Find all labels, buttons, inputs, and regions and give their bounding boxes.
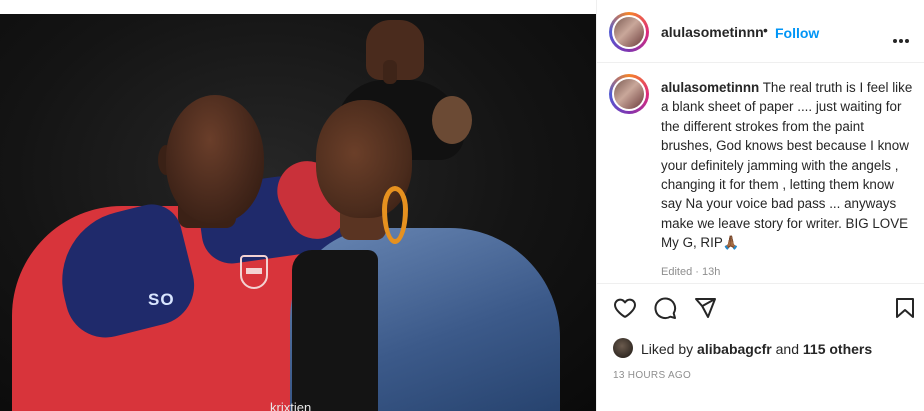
avatar-image xyxy=(614,17,644,47)
pointing-finger xyxy=(383,60,397,84)
separator-dot: • xyxy=(763,22,768,38)
liker-avatar[interactable] xyxy=(613,338,633,358)
comment-meta: Edited · 13h xyxy=(661,266,721,278)
comment-body: The real truth is I feel like a blank sh… xyxy=(661,80,913,251)
post-header: alulasometinnn • Follow xyxy=(597,0,924,63)
action-bar xyxy=(597,283,924,333)
jersey-initials: SO xyxy=(148,290,175,309)
post-details-panel: alulasometinnn • Follow alulasometinnn T… xyxy=(596,0,924,411)
likes-others-link[interactable]: 115 others xyxy=(803,341,872,357)
comment-avatar-image xyxy=(614,79,644,109)
likes-summary: Liked by alibabagcfr and 115 others xyxy=(641,341,872,357)
header-username[interactable]: alulasometinnn xyxy=(661,24,764,40)
comment-username[interactable]: alulasometinnn xyxy=(661,80,759,95)
follow-button[interactable]: Follow xyxy=(775,25,819,41)
more-options-icon[interactable] xyxy=(893,30,911,48)
send-icon[interactable] xyxy=(693,296,717,320)
post-timestamp[interactable]: 13 HOURS AGO xyxy=(613,370,691,381)
likes-joiner: and xyxy=(775,341,799,357)
comment-icon[interactable] xyxy=(653,296,677,320)
post-image[interactable]: SO krixtien xyxy=(0,0,596,411)
liker-username[interactable]: alibabagcfr xyxy=(697,341,772,357)
comment-avatar[interactable] xyxy=(609,74,649,114)
caption-text: alulasometinnn The real truth is I feel … xyxy=(661,78,913,253)
image-caption-overlay: krixtien xyxy=(270,400,312,411)
bookmark-icon[interactable] xyxy=(893,296,917,320)
image-top-margin xyxy=(0,0,596,14)
likes-prefix: Liked by xyxy=(641,341,694,357)
heart-icon[interactable] xyxy=(613,296,637,320)
woman-hair-bun xyxy=(432,96,472,144)
man-head xyxy=(166,95,264,223)
jersey-crest-mark xyxy=(246,268,262,274)
woman-black-shirt xyxy=(292,250,378,411)
avatar[interactable] xyxy=(609,12,649,52)
